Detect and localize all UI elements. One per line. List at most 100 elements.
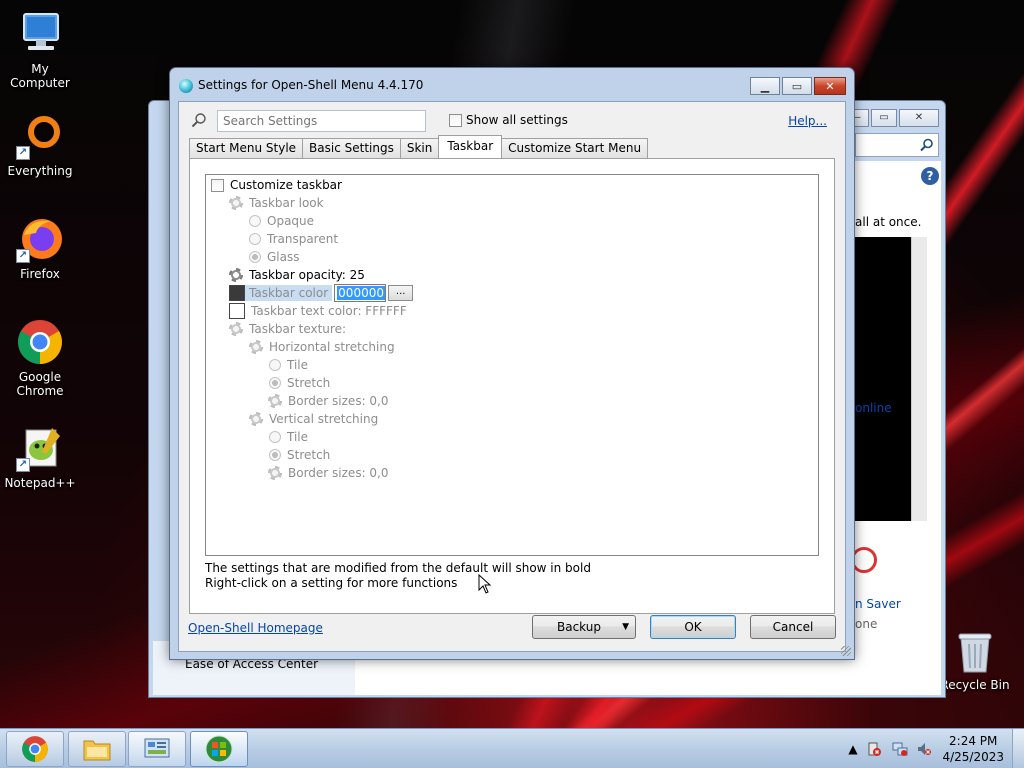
setting-v-border-sizes[interactable]: Border sizes: 0,0 — [268, 464, 389, 482]
back-window-text: one — [855, 617, 878, 631]
setting-vertical-stretching[interactable]: Vertical stretching — [249, 410, 378, 428]
setting-horizontal-stretching[interactable]: Horizontal stretching — [249, 338, 395, 356]
setting-label: Customize taskbar — [230, 178, 342, 192]
back-window-link[interactable]: n Saver — [855, 597, 901, 611]
desktop-icon-firefox[interactable]: ↗ Firefox — [0, 215, 80, 281]
help-link[interactable]: Help... — [788, 114, 827, 128]
ok-button[interactable]: OK — [650, 615, 736, 639]
open-shell-homepage-link[interactable]: Open-Shell Homepage — [188, 621, 323, 635]
radio-button[interactable] — [269, 431, 281, 443]
show-hidden-icons-icon[interactable]: ▲ — [845, 741, 861, 757]
setting-v-stretch[interactable]: Stretch — [269, 446, 330, 464]
clock-time: 2:24 PM — [949, 734, 998, 748]
chrome-icon — [22, 736, 48, 762]
setting-h-tile[interactable]: Tile — [269, 356, 308, 374]
setting-taskbar-look[interactable]: Taskbar look — [229, 194, 324, 212]
gear-icon — [249, 340, 263, 354]
maximize-icon: ▭ — [791, 79, 803, 93]
action-center-icon[interactable] — [866, 741, 882, 757]
gear-icon — [268, 466, 282, 480]
text-color-swatch — [229, 303, 245, 319]
customize-taskbar-checkbox[interactable] — [211, 178, 224, 192]
minimize-icon: ▁ — [760, 79, 770, 93]
resize-grip[interactable] — [841, 646, 851, 656]
tab-basic-settings[interactable]: Basic Settings — [302, 138, 401, 158]
show-all-settings-checkbox[interactable]: Show all settings — [449, 113, 568, 127]
back-search-box[interactable] — [855, 133, 939, 157]
gear-icon — [229, 322, 243, 336]
setting-taskbar-color[interactable]: Taskbar color 000000 ... — [229, 284, 414, 302]
gear-icon — [229, 196, 243, 210]
taskbar-control-panel-button[interactable] — [128, 731, 186, 767]
tab-customize-start-menu[interactable]: Customize Start Menu — [501, 138, 649, 158]
desktop-icon-notepad-plus-plus[interactable]: ↗ Notepad++ — [0, 424, 80, 490]
back-window-controls: — ▭ ✕ — [843, 109, 939, 127]
desktop-icon-label: Notepad++ — [4, 476, 76, 490]
network-icon[interactable] — [892, 741, 908, 757]
color-value-selection: 000000 — [337, 286, 385, 300]
minimize-button[interactable]: ▁ — [750, 77, 780, 95]
desktop-icon-recycle-bin[interactable]: Recycle Bin — [935, 630, 1015, 692]
firefox-icon: ↗ — [16, 215, 64, 263]
setting-h-stretch[interactable]: Stretch — [269, 374, 330, 392]
gear-icon — [229, 268, 243, 282]
shortcut-arrow-icon: ↗ — [16, 249, 30, 263]
tab-skin[interactable]: Skin — [399, 138, 440, 158]
setting-customize-taskbar[interactable]: Customize taskbar — [211, 176, 342, 194]
mouse-cursor-icon — [478, 574, 492, 594]
radio-button[interactable] — [249, 215, 261, 227]
radio-button[interactable] — [249, 233, 261, 245]
control-panel-icon — [144, 738, 170, 758]
chrome-icon — [16, 318, 64, 366]
taskbar-open-shell-settings-button[interactable] — [190, 731, 248, 767]
setting-transparent[interactable]: Transparent — [249, 230, 338, 248]
recycle-bin-icon — [955, 630, 995, 674]
back-maximize-button[interactable]: ▭ — [871, 109, 897, 127]
hint-right-click: Right-click on a setting for more functi… — [205, 576, 458, 590]
settings-tree[interactable]: Customize taskbar Taskbar look Opaque Tr… — [205, 174, 819, 556]
setting-h-border-sizes[interactable]: Border sizes: 0,0 — [268, 392, 389, 410]
taskbar-explorer-button[interactable] — [68, 731, 126, 767]
desktop-icon-everything[interactable]: ↗ Everything — [0, 112, 80, 178]
hint-bold-settings: The settings that are modified from the … — [205, 561, 591, 575]
close-button[interactable]: ✕ — [814, 77, 846, 95]
back-window-text: all at once. — [855, 215, 922, 229]
desktop-icon-my-computer[interactable]: My Computer — [0, 10, 80, 90]
tab-start-menu-style[interactable]: Start Menu Style — [189, 138, 304, 158]
radio-button[interactable] — [269, 359, 281, 371]
radio-button-selected[interactable] — [249, 251, 261, 263]
taskbar-color-input[interactable]: 000000 — [334, 284, 387, 302]
computer-icon — [16, 10, 64, 58]
cancel-button[interactable]: Cancel — [750, 615, 836, 639]
taskbar-chrome-button[interactable] — [6, 731, 64, 767]
tab-taskbar[interactable]: Taskbar — [438, 135, 503, 158]
search-settings-input[interactable] — [217, 110, 426, 132]
show-desktop-button[interactable] — [1012, 729, 1024, 768]
setting-opaque[interactable]: Opaque — [249, 212, 314, 230]
setting-glass[interactable]: Glass — [249, 248, 300, 266]
desktop-icon-google-chrome[interactable]: Google Chrome — [0, 318, 80, 398]
backup-button[interactable]: Backup ▼ — [532, 615, 636, 639]
setting-label: Taskbar opacity: 25 — [249, 268, 365, 282]
setting-taskbar-opacity[interactable]: Taskbar opacity: 25 — [229, 266, 365, 284]
setting-taskbar-texture[interactable]: Taskbar texture: — [229, 320, 346, 338]
volume-icon[interactable] — [916, 741, 932, 757]
dialog-titlebar[interactable]: Settings for Open-Shell Menu 4.4.170 ▁ ▭… — [170, 68, 854, 102]
setting-v-tile[interactable]: Tile — [269, 428, 308, 446]
help-circle-icon[interactable]: ? — [921, 167, 939, 185]
back-window-link[interactable]: online — [855, 401, 892, 415]
color-picker-button[interactable]: ... — [388, 285, 414, 301]
dialog-title: Settings for Open-Shell Menu 4.4.170 — [198, 78, 424, 92]
checkbox-box[interactable] — [449, 113, 462, 127]
radio-button-selected[interactable] — [269, 449, 281, 461]
setting-taskbar-text-color[interactable]: Taskbar text color: FFFFFF — [229, 302, 407, 320]
setting-label: Taskbar texture: — [249, 322, 347, 336]
back-close-button[interactable]: ✕ — [899, 109, 939, 127]
clock[interactable]: 2:24 PM 4/25/2023 — [942, 733, 1004, 765]
desktop-icon-label: My Computer — [10, 62, 70, 90]
maximize-button[interactable]: ▭ — [782, 77, 812, 95]
radio-button-selected[interactable] — [269, 377, 281, 389]
back-window-scrollbar[interactable] — [911, 237, 927, 521]
backup-label: Backup — [557, 620, 601, 634]
settings-dialog[interactable]: Settings for Open-Shell Menu 4.4.170 ▁ ▭… — [169, 67, 855, 660]
